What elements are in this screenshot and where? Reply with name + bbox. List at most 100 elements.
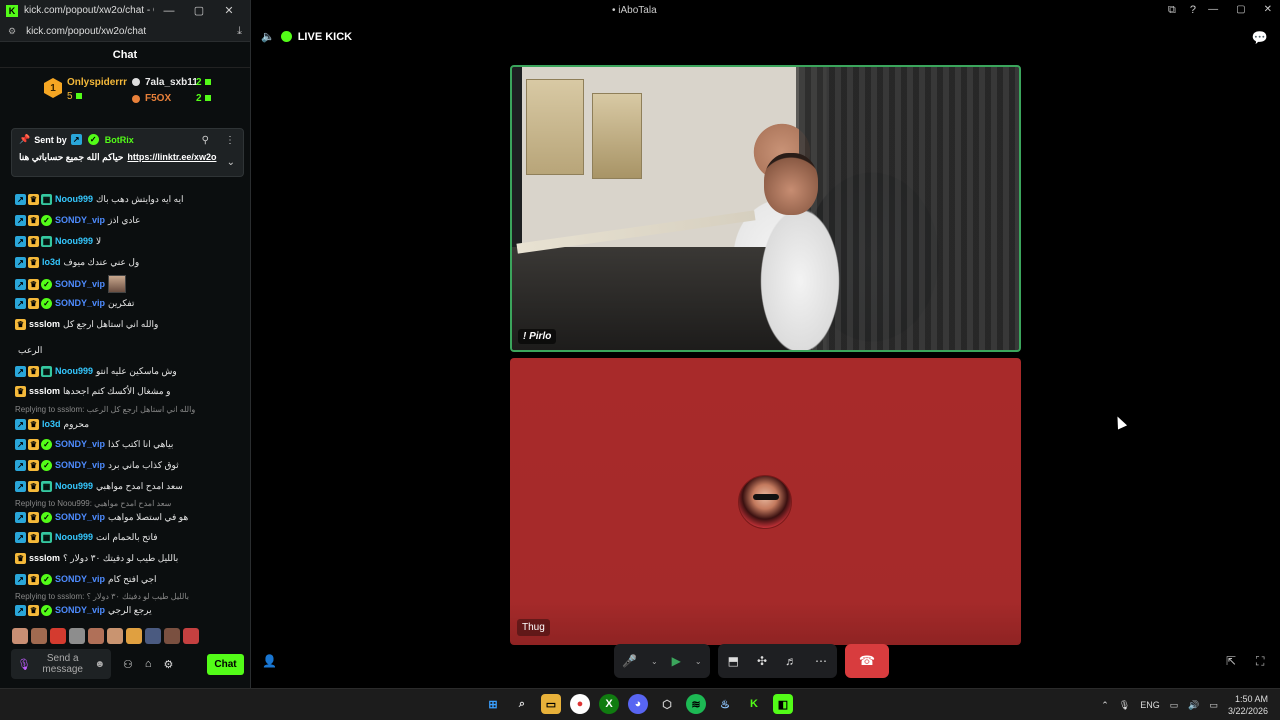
- gear-icon[interactable]: ⚙: [164, 658, 174, 671]
- add-user-icon[interactable]: 👤: [262, 654, 277, 668]
- users-icon[interactable]: ⚇: [123, 658, 133, 671]
- reply-context[interactable]: Replying to ssslom: والله اني استاهل ارج…: [15, 405, 195, 414]
- site-info-icon[interactable]: ⚙: [8, 26, 16, 37]
- download-icon[interactable]: ⤓: [237, 25, 242, 38]
- steam-icon[interactable]: ♨: [715, 694, 735, 714]
- file-explorer-icon[interactable]: ▭: [541, 694, 561, 714]
- emote-icon[interactable]: [145, 628, 161, 644]
- language-indicator[interactable]: ENG: [1140, 700, 1160, 710]
- microphone-icon[interactable]: 🎙: [17, 658, 31, 671]
- search-icon[interactable]: ⌕: [512, 694, 532, 714]
- camera-icon[interactable]: ▶: [672, 654, 681, 668]
- video-tile-pirlo[interactable]: ! Pirlo: [510, 65, 1021, 352]
- chat-username[interactable]: lo3d: [42, 418, 61, 430]
- chat-message[interactable]: ↗ ♛ lo3d محروم: [15, 418, 89, 430]
- close-button[interactable]: ✕: [1264, 4, 1272, 15]
- emote-icon[interactable]: [183, 628, 199, 644]
- screen-share-icon[interactable]: ⬒: [728, 654, 739, 668]
- close-button[interactable]: ✕: [214, 4, 244, 17]
- chat-username[interactable]: SONDY_vip: [55, 278, 105, 290]
- chevron-down-icon[interactable]: ⌄: [227, 157, 235, 168]
- chevron-down-icon[interactable]: ⌄: [695, 657, 702, 666]
- chat-message[interactable]: ♛ ssslom بالليل طيب لو دفيتك ٣٠ دولار ؟: [15, 552, 178, 564]
- chat-message[interactable]: ↗ ♛ ✓ SONDY_vip يرجع الرجي: [15, 604, 152, 616]
- chat-message[interactable]: ♛ ssslom و مشغال الأكسك كتم اجحدها: [15, 385, 170, 397]
- chat-username[interactable]: SONDY_vip: [55, 573, 105, 585]
- leader-2-name[interactable]: 7ala_sxb11: [145, 77, 198, 88]
- chat-username[interactable]: SONDY_vip: [55, 604, 105, 616]
- send-chat-button[interactable]: Chat: [207, 653, 244, 675]
- chat-username[interactable]: ssslom: [29, 385, 60, 397]
- chat-message[interactable]: ↗ ♛ ✓ SONDY_vip: [15, 275, 127, 293]
- chat-username[interactable]: ssslom: [29, 318, 60, 330]
- channel-name[interactable]: LIVE KICK: [298, 31, 352, 43]
- app-icon[interactable]: ⬡: [657, 694, 677, 714]
- emote-icon[interactable]: [31, 628, 47, 644]
- url-bar[interactable]: ⚙ kick.com/popout/xw2o/chat ⤓: [0, 21, 250, 42]
- chat-username[interactable]: SONDY_vip: [55, 459, 105, 471]
- chat-message[interactable]: ↗ ♛ ▦ Noou999 سعد امدح امدح مواهبي: [15, 480, 183, 492]
- leader-1-name[interactable]: Onlyspiderrr: [67, 77, 127, 88]
- microphone-icon[interactable]: 🎤: [622, 654, 637, 668]
- chrome-icon[interactable]: ●: [570, 694, 590, 714]
- chat-username[interactable]: Noou999: [55, 365, 93, 377]
- pinned-link[interactable]: https://linktr.ee/xw2o: [127, 152, 216, 163]
- windows-start-icon[interactable]: ⊞: [483, 694, 503, 714]
- reply-context[interactable]: Replying to Noou999: سعد امدح امدح مواهب…: [15, 499, 171, 508]
- video-tile-thug[interactable]: Thug: [510, 358, 1021, 645]
- activities-icon[interactable]: ✣: [757, 654, 767, 668]
- chat-username[interactable]: SONDY_vip: [55, 438, 105, 450]
- emote-icon[interactable]: [12, 628, 28, 644]
- emoji-icon[interactable]: ☻: [94, 659, 105, 670]
- chat-message[interactable]: ↗ ♛ lo3d ول عني عندك ميوف: [15, 256, 139, 268]
- chat-message[interactable]: ↗ ♛ ✓ SONDY_vip عادي اذز: [15, 214, 141, 226]
- chat-message[interactable]: ↗ ♛ ✓ SONDY_vip بياهي انا اكتب كذا: [15, 438, 173, 450]
- disconnect-button[interactable]: ☎: [845, 644, 889, 678]
- maximize-button[interactable]: ▢: [1236, 4, 1245, 15]
- unpin-icon[interactable]: ⚲: [202, 135, 209, 146]
- chat-message[interactable]: ↗ ♛ ▦ Noou999 ايه ايه دوايتش دهب باك: [15, 193, 183, 205]
- screen-icon[interactable]: ⧉: [1168, 4, 1176, 17]
- chat-username[interactable]: lo3d: [42, 256, 61, 268]
- leader-3-name[interactable]: F5OX: [145, 93, 171, 104]
- chat-username[interactable]: SONDY_vip: [55, 297, 105, 309]
- soundboard-icon[interactable]: ♬: [785, 654, 797, 668]
- chat-username[interactable]: SONDY_vip: [55, 214, 105, 226]
- chat-messages[interactable]: ↗ ♛ ▦ Noou999 ايه ايه دوايتش دهب باك ↗ ♛ ✓ S…: [0, 118, 250, 623]
- minimize-button[interactable]: —: [154, 5, 184, 17]
- reply-context[interactable]: Replying to ssslom: بالليل طيب لو دفيتك …: [15, 592, 189, 601]
- popout-icon[interactable]: ⇱: [1226, 654, 1236, 668]
- emote-icon[interactable]: [50, 628, 66, 644]
- call-window-titlebar[interactable]: • iAboTala ⧉ ? — ▢ ✕: [252, 0, 1280, 22]
- pinned-message[interactable]: 📌 Sent by ↗ ✓ BotRix حياكم الله جميع حساب…: [11, 128, 244, 177]
- chat-message[interactable]: ↗ ♛ ✓ SONDY_vip ثوق كذاب ماني برد: [15, 459, 179, 471]
- chat-username[interactable]: Noou999: [55, 235, 93, 247]
- chat-bubble-icon[interactable]: 💬: [1252, 30, 1268, 46]
- emote-icon[interactable]: [88, 628, 104, 644]
- chat-message[interactable]: ♛ ssslom والله اني استاهل ارجع كل: [15, 318, 158, 330]
- more-options-icon[interactable]: ⋯: [815, 654, 827, 668]
- chat-username[interactable]: SONDY_vip: [55, 511, 105, 523]
- emote-icon[interactable]: [69, 628, 85, 644]
- more-options-icon[interactable]: ⋮: [225, 135, 235, 146]
- microphone-icon[interactable]: 🎙: [1119, 700, 1130, 711]
- store-icon[interactable]: ⌂: [145, 658, 152, 671]
- clock[interactable]: 1:50 AM 3/22/2026: [1228, 693, 1268, 717]
- chat-message[interactable]: ↗ ♛ ✓ SONDY_vip اجي افتح كام: [15, 573, 157, 585]
- chat-message[interactable]: ↗ ♛ ▦ Noou999 وش ماسكين عليه انتو: [15, 365, 177, 377]
- chat-username[interactable]: Noou999: [55, 531, 93, 543]
- maximize-button[interactable]: ▢: [184, 4, 214, 17]
- emote-icon[interactable]: [107, 628, 123, 644]
- chat-message[interactable]: ↗ ♛ ✓ SONDY_vip تفكرين: [15, 297, 134, 309]
- chat-message[interactable]: ↗ ♛ ▦ Noou999 فاتح بالحمام انت: [15, 531, 158, 543]
- chat-window-titlebar[interactable]: K kick.com/popout/xw2o/chat - Googl... —…: [0, 0, 250, 21]
- chevron-up-icon[interactable]: ⌃: [1101, 700, 1109, 711]
- url-text[interactable]: kick.com/popout/xw2o/chat: [26, 26, 237, 37]
- kick-icon[interactable]: K: [744, 694, 764, 714]
- pinned-author[interactable]: BotRix: [105, 135, 134, 145]
- emote-icon[interactable]: [126, 628, 142, 644]
- minimize-button[interactable]: —: [1208, 4, 1218, 15]
- battery-icon[interactable]: ▭: [1209, 700, 1218, 711]
- network-icon[interactable]: ▭: [1170, 700, 1179, 711]
- discord-icon[interactable]: ◕: [628, 694, 648, 714]
